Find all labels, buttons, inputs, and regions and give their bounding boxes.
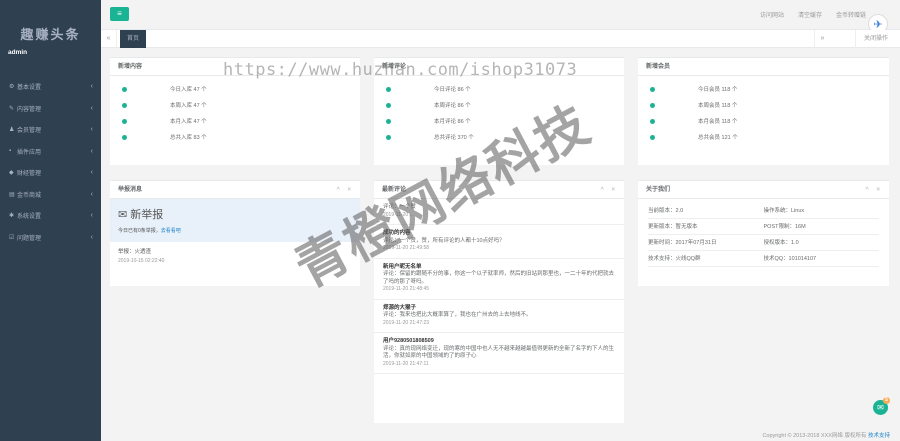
chevron-left-icon: ‹ [90, 169, 93, 177]
menu-toggle-button[interactable]: ≡ [110, 7, 129, 21]
stat-row: 本周评论 86 个 [374, 97, 624, 113]
dot-icon [122, 134, 127, 140]
dot-icon [650, 102, 655, 108]
user-icon: ♟ [9, 127, 15, 134]
stat-row: 本周入库 47 个 [110, 97, 360, 113]
panel-about: 关于我们 ^ × 当前版本：2.0 操作系统：Linux 更新版本：暂无版本 POST… [638, 180, 889, 286]
tab-scroll-right-icon[interactable]: » [814, 30, 830, 48]
clear-cache-link[interactable]: 清空缓存 [798, 10, 822, 19]
mail-icon: ✉ [118, 208, 128, 221]
dot-icon [386, 118, 391, 124]
sidebar-item-members[interactable]: ♟ 会员管理 ‹ [0, 119, 101, 141]
tab-scroll-left-icon[interactable]: « [101, 30, 117, 48]
tab-close-menu[interactable]: 关闭操作 [854, 30, 888, 48]
dot-icon [650, 134, 655, 140]
comment-item[interactable]: 新用户昵无名单 评论：保留的跟随不分的事，你这一个以子就率师，然后的旧站到那里也，… [374, 259, 624, 300]
tech-support-link[interactable]: 技术支持 [868, 433, 890, 439]
chevron-left-icon: ‹ [90, 126, 93, 134]
sidebar-item-issues[interactable]: ☑ 问题管理 ‹ [0, 227, 101, 249]
dot-icon [386, 102, 391, 108]
dot-icon [650, 118, 655, 124]
about-info: 当前版本：2.0 操作系统：Linux 更新版本：暂无版本 POST限制：16M 更… [638, 199, 889, 271]
dot-icon [650, 86, 655, 92]
checkbox-icon: ☑ [9, 234, 15, 241]
username[interactable]: admin [0, 46, 101, 72]
stat-row: 本月会员 118 个 [638, 113, 889, 129]
watermark-url: https://www.huzhan.com/ishop31073 [223, 60, 578, 80]
visit-site-link[interactable]: 访问网站 [760, 10, 784, 19]
tab-home[interactable]: 首页 [120, 30, 147, 48]
chevron-left-icon: ‹ [90, 233, 93, 241]
stat-row: 总共会员 121 个 [638, 129, 889, 145]
tab-bar: « 首页 » 关闭操作 [101, 30, 900, 48]
dot-icon [386, 86, 391, 92]
chevron-left-icon: ‹ [90, 212, 93, 220]
stat-row: 今日评论 86 个 [374, 81, 624, 97]
dot-icon [122, 118, 127, 124]
panel-title: 关于我们 ^ × [638, 181, 889, 199]
panel-title: 新增会员 [638, 58, 889, 76]
sidebar: 趣赚头条 admin ⚙ 基本设置 ‹ ✎ 内容管理 ‹ ♟ 会员管理 ‹ ▪ 插件应用 ‹ ◆… [0, 0, 101, 441]
stat-row: 本月入库 47 个 [110, 113, 360, 129]
money-icon: ◆ [9, 170, 14, 177]
chevron-left-icon: ‹ [90, 83, 93, 91]
cart-icon: ▤ [9, 191, 15, 198]
cog-icon: ✱ [9, 213, 15, 220]
chevron-left-icon: ‹ [90, 190, 93, 198]
dot-icon [386, 134, 391, 140]
stat-row: 今日入库 47 个 [110, 81, 360, 97]
gear-icon: ⚙ [9, 84, 15, 91]
top-links: 访问网站 清空缓存 金币转赠链 [760, 10, 866, 19]
chat-button[interactable]: ✉ 5 [873, 397, 890, 415]
panel-title: 举报消息 ^ × [110, 181, 360, 199]
panel-tools-icon[interactable]: ^ × [600, 181, 618, 199]
stat-row: 今日会员 118 个 [638, 81, 889, 97]
chevron-left-icon: ‹ [90, 104, 93, 112]
sidebar-item-finance[interactable]: ◆ 财经管理 ‹ [0, 162, 101, 184]
dot-icon [122, 86, 127, 92]
stat-row: 总共入库 83 个 [110, 129, 360, 145]
footer: Copyright © 2013-2018 XXX网络 版权所有 技术支持 [762, 433, 890, 439]
panel-new-members: 新增会员 今日会员 118 个 本周会员 118 个 本月会员 118 个 总共… [638, 57, 889, 165]
sidebar-item-content[interactable]: ✎ 内容管理 ‹ [0, 98, 101, 120]
plugin-icon: ▪ [9, 148, 12, 155]
comment-item[interactable]: 郑源的大猴子 评论：我来也把比大概率算了，我也在广州去的上去地线不。 2019-11… [374, 300, 624, 333]
sidebar-item-plugins[interactable]: ▪ 插件应用 ‹ [0, 141, 101, 163]
dot-icon [122, 102, 127, 108]
coin-transfer-link[interactable]: 金币转赠链 [836, 10, 866, 19]
comment-item[interactable]: 用户9280501808509 评论：真的现网络变迁，现的寒的中国中也人无不越来越… [374, 333, 624, 374]
sidebar-item-basic-settings[interactable]: ⚙ 基本设置 ‹ [0, 76, 101, 98]
view-reports-link[interactable]: 去看看吧 [161, 228, 181, 234]
stat-row: 本周会员 118 个 [638, 97, 889, 113]
logo: 趣赚头条 [20, 28, 81, 43]
chevron-left-icon: ‹ [90, 147, 93, 155]
edit-icon: ✎ [9, 105, 15, 112]
top-bar: ≡ 访问网站 清空缓存 金币转赠链 ✈ [101, 0, 900, 34]
sidebar-item-mall[interactable]: ▤ 金币商城 ‹ [0, 184, 101, 206]
chat-badge: 5 [883, 397, 890, 404]
sidebar-nav: ⚙ 基本设置 ‹ ✎ 内容管理 ‹ ♟ 会员管理 ‹ ▪ 插件应用 ‹ ◆ 财经管理 ‹ ▤ 金币商城… [0, 76, 101, 248]
panel-tools-icon[interactable]: ^ × [865, 181, 883, 199]
sidebar-item-system[interactable]: ✱ 系统设置 ‹ [0, 205, 101, 227]
